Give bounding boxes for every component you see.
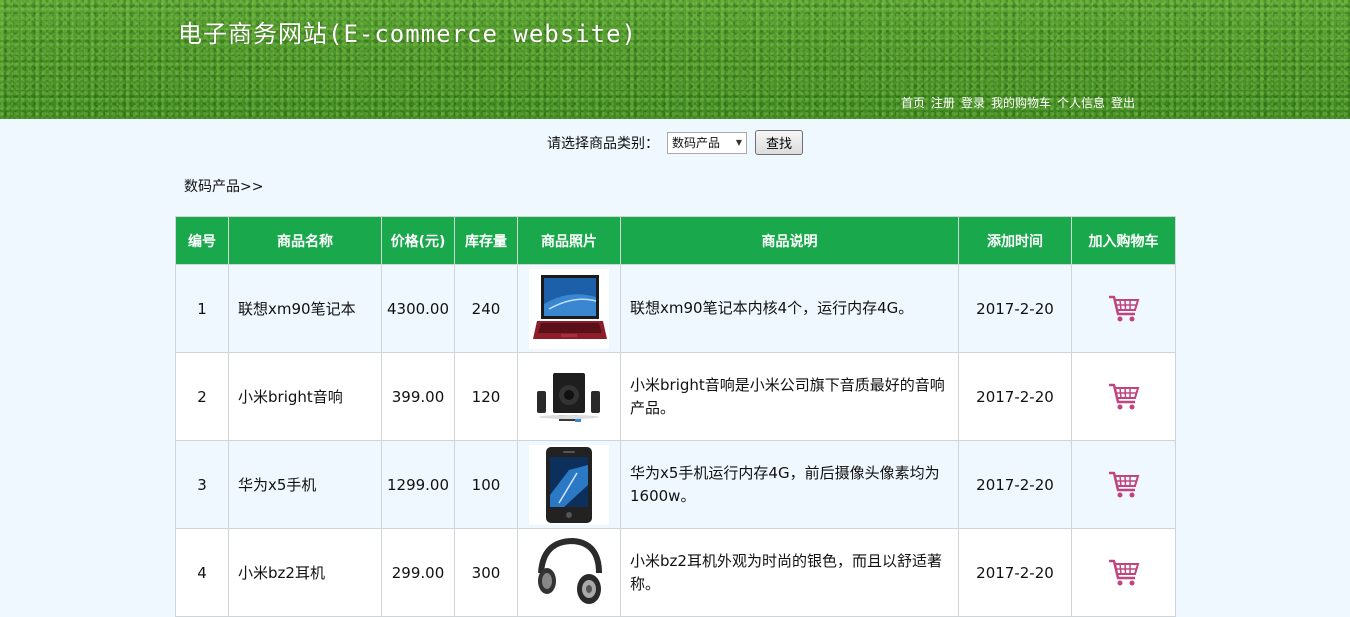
cell-id: 1 (175, 264, 229, 353)
site-header: 电子商务网站(E-commerce website) 首页 注册 登录 我的购物… (0, 0, 1350, 119)
cell-name: 华为x5手机 (228, 440, 382, 529)
cell-add-cart (1071, 440, 1176, 529)
cell-photo (517, 440, 621, 529)
cell-id: 3 (175, 440, 229, 529)
nav-logout-link[interactable]: 登出 (1111, 94, 1135, 111)
shopping-cart-icon[interactable] (1107, 470, 1141, 500)
cell-add-cart (1071, 528, 1176, 617)
col-header-id: 编号 (175, 216, 229, 265)
phone-image (529, 444, 609, 525)
nav-cart-link[interactable]: 我的购物车 (991, 94, 1051, 111)
product-table: 编号 商品名称 价格(元) 库存量 商品照片 商品说明 添加时间 加入购物车 1… (175, 216, 1176, 617)
breadcrumb: 数码产品>> (184, 179, 264, 195)
nav-register-link[interactable]: 注册 (931, 94, 955, 111)
cell-price: 399.00 (381, 352, 455, 441)
category-label: 请选择商品类别： (546, 135, 659, 152)
cell-desc: 小米bright音响是小米公司旗下音质最好的音响产品。 (620, 352, 959, 441)
laptop-image (529, 268, 609, 349)
shopping-cart-icon[interactable] (1107, 294, 1141, 324)
cell-add-cart (1071, 352, 1176, 441)
category-select[interactable]: 数码产品 ▼ (666, 131, 747, 154)
cell-name: 小米bz2耳机 (228, 528, 382, 617)
nav-login-link[interactable]: 登录 (961, 94, 985, 111)
col-header-add-cart: 加入购物车 (1071, 216, 1176, 265)
table-header-row: 编号 商品名称 价格(元) 库存量 商品照片 商品说明 添加时间 加入购物车 (175, 216, 1176, 265)
col-header-price: 价格(元) (381, 216, 455, 265)
shopping-cart-icon[interactable] (1107, 558, 1141, 588)
search-button[interactable]: 查找 (754, 130, 803, 155)
table-row: 3 华为x5手机 1299.00 100 华为x5手机运行内存4G，前后摄像头像… (175, 440, 1176, 529)
cell-desc: 小米bz2耳机外观为时尚的银色，而且以舒适著称。 (620, 528, 959, 617)
col-header-date: 添加时间 (958, 216, 1072, 265)
cell-stock: 240 (454, 264, 518, 353)
cell-price: 1299.00 (381, 440, 455, 529)
col-header-desc: 商品说明 (620, 216, 959, 265)
shopping-cart-icon[interactable] (1107, 382, 1141, 412)
top-nav: 首页 注册 登录 我的购物车 个人信息 登出 (901, 94, 1135, 111)
cell-stock: 300 (454, 528, 518, 617)
headphones-image (529, 532, 609, 613)
col-header-name: 商品名称 (228, 216, 382, 265)
col-header-photo: 商品照片 (517, 216, 621, 265)
cell-date: 2017-2-20 (958, 352, 1072, 441)
cell-name: 联想xm90笔记本 (228, 264, 382, 353)
cell-price: 299.00 (381, 528, 455, 617)
nav-home-link[interactable]: 首页 (901, 94, 925, 111)
cell-stock: 120 (454, 352, 518, 441)
col-header-stock: 库存量 (454, 216, 518, 265)
cell-name: 小米bright音响 (228, 352, 382, 441)
cell-date: 2017-2-20 (958, 528, 1072, 617)
cell-date: 2017-2-20 (958, 440, 1072, 529)
cell-photo (517, 528, 621, 617)
cell-stock: 100 (454, 440, 518, 529)
cell-id: 2 (175, 352, 229, 441)
nav-profile-link[interactable]: 个人信息 (1057, 94, 1105, 111)
category-select-value: 数码产品 (671, 136, 720, 150)
cell-add-cart (1071, 264, 1176, 353)
site-title: 电子商务网站(E-commerce website) (178, 20, 637, 48)
cell-price: 4300.00 (381, 264, 455, 353)
cell-photo (517, 264, 621, 353)
category-filter: 请选择商品类别： 数码产品 ▼ 查找 (0, 130, 1350, 155)
chevron-down-icon: ▼ (735, 138, 742, 147)
cell-id: 4 (175, 528, 229, 617)
table-row: 2 小米bright音响 399.00 120 小米bright音响是小米公司旗… (175, 352, 1176, 441)
cell-date: 2017-2-20 (958, 264, 1072, 353)
table-row: 1 联想xm90笔记本 4300.00 240 联想xm90笔记本内核4个，运行… (175, 264, 1176, 353)
table-row: 4 小米bz2耳机 299.00 300 小米bz2耳机外观为时尚的银色，而且以… (175, 528, 1176, 617)
cell-desc: 联想xm90笔记本内核4个，运行内存4G。 (620, 264, 959, 353)
speaker-image (529, 356, 609, 437)
cell-photo (517, 352, 621, 441)
cell-desc: 华为x5手机运行内存4G，前后摄像头像素均为1600w。 (620, 440, 959, 529)
